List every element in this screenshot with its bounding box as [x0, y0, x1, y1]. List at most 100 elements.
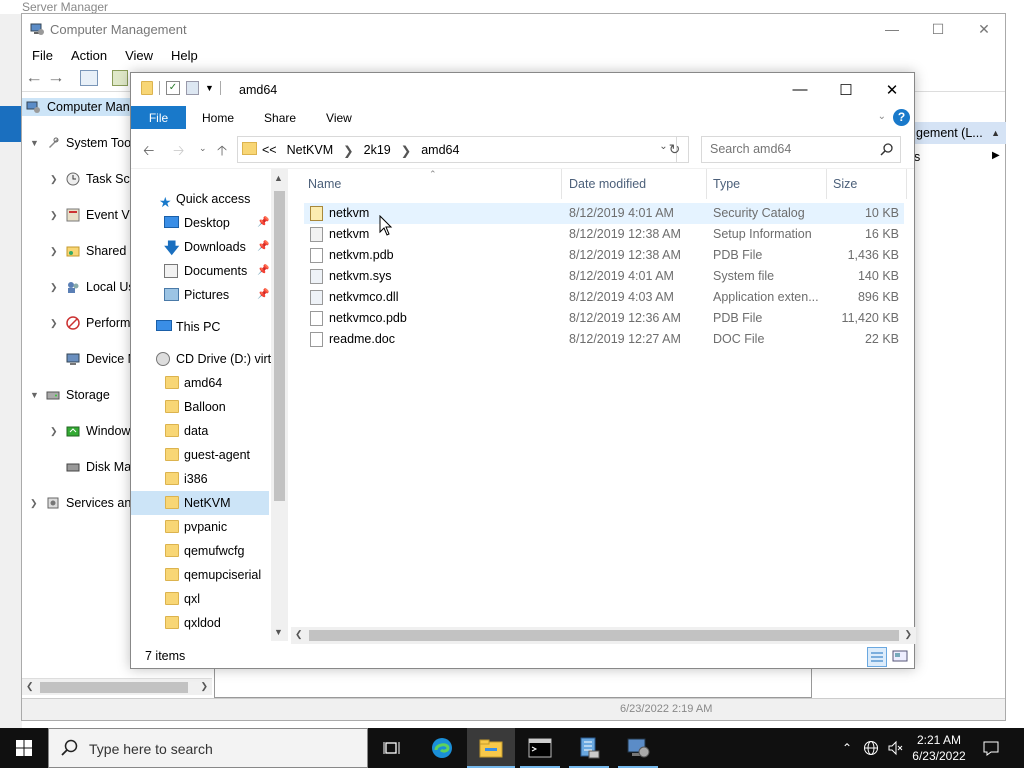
- nav-cd-drive[interactable]: CD Drive (D:) virtio: [131, 347, 271, 371]
- task-view-button[interactable]: [368, 728, 416, 768]
- column-name[interactable]: Name: [308, 177, 341, 191]
- start-button[interactable]: [0, 728, 48, 768]
- nav-pictures[interactable]: Pictures 📌: [131, 283, 269, 307]
- column-divider[interactable]: [706, 169, 707, 199]
- expand-chevron-icon[interactable]: ❯: [50, 278, 58, 296]
- explorer-close-button[interactable]: ✕: [869, 73, 915, 106]
- forward-arrow-icon[interactable]: 🡢: [173, 140, 184, 164]
- export-list-icon[interactable]: [112, 70, 128, 86]
- expand-chevron-icon[interactable]: ❯: [50, 314, 58, 332]
- file-row[interactable]: netkvm 8/12/2019 4:01 AM Security Catalo…: [304, 203, 904, 224]
- scroll-down-icon[interactable]: ▼: [274, 627, 283, 637]
- scroll-left-icon[interactable]: ❮: [295, 629, 303, 640]
- tree-item-services-and-applications[interactable]: ❯ Services anc: [22, 494, 132, 512]
- tree-item-shared-folders[interactable]: ❯ Shared F: [22, 242, 132, 260]
- actions-pane-header[interactable]: gement (L... ▲: [914, 122, 1006, 144]
- notifications-button[interactable]: [976, 728, 1006, 768]
- large-icons-view-icon[interactable]: [891, 647, 911, 667]
- pin-icon[interactable]: 📌: [257, 259, 269, 283]
- scrollbar-thumb[interactable]: [309, 630, 899, 641]
- taskbar-command-prompt[interactable]: [516, 728, 564, 768]
- tree-item-local-users[interactable]: ❯ Local Us: [22, 278, 132, 296]
- scrollbar-thumb[interactable]: [40, 682, 188, 693]
- taskbar-edge[interactable]: [418, 728, 466, 768]
- tree-item-storage[interactable]: ▼ Storage: [22, 386, 132, 404]
- expand-chevron-icon[interactable]: ❯: [50, 170, 58, 188]
- file-row[interactable]: readme.doc 8/12/2019 12:27 AM DOC File 2…: [304, 329, 904, 350]
- file-row[interactable]: netkvm.sys 8/12/2019 4:01 AM System file…: [304, 266, 904, 287]
- forward-arrow-icon[interactable]: 🠂: [50, 70, 62, 95]
- nav-folder-pvpanic[interactable]: pvpanic: [131, 515, 269, 539]
- collapse-chevron-icon[interactable]: ▼: [30, 134, 39, 152]
- taskbar-search-box[interactable]: Type here to search: [48, 728, 368, 768]
- customize-dropdown-icon[interactable]: ▼: [205, 83, 214, 93]
- breadcrumb-separator-icon[interactable]: ❯: [343, 143, 353, 158]
- nav-downloads[interactable]: 🡇 Downloads 📌: [131, 235, 269, 259]
- collapse-chevron-icon[interactable]: ▼: [30, 386, 39, 404]
- close-button[interactable]: ✕: [961, 14, 1007, 44]
- network-button[interactable]: [860, 728, 882, 768]
- back-arrow-icon[interactable]: 🠀: [28, 70, 40, 95]
- file-list-horizontal-scrollbar[interactable]: ❮ ❯: [291, 627, 916, 644]
- scroll-left-icon[interactable]: ❮: [26, 681, 34, 692]
- expand-chevron-icon[interactable]: ❯: [30, 494, 38, 512]
- tab-home[interactable]: Home: [188, 111, 248, 125]
- scroll-right-icon[interactable]: ❯: [200, 681, 208, 692]
- nav-folder-amd64[interactable]: amd64: [131, 371, 269, 395]
- tree-item-computer-management[interactable]: Computer Man: [22, 98, 132, 116]
- search-input[interactable]: [710, 142, 875, 156]
- volume-button[interactable]: [884, 728, 906, 768]
- column-date-modified[interactable]: Date modified: [569, 177, 646, 191]
- column-divider[interactable]: [906, 169, 907, 199]
- breadcrumb-amd64[interactable]: amd64: [421, 143, 459, 158]
- column-divider[interactable]: [826, 169, 827, 199]
- tree-item-task-scheduler[interactable]: ❯ Task Sch: [22, 170, 132, 188]
- pin-icon[interactable]: 📌: [257, 235, 269, 259]
- recent-locations-chevron-icon[interactable]: ⌄: [199, 143, 207, 154]
- scroll-right-icon[interactable]: ❯: [904, 629, 912, 640]
- file-row[interactable]: netkvm.pdb 8/12/2019 12:38 AM PDB File 1…: [304, 245, 904, 266]
- breadcrumb-2k19[interactable]: 2k19: [364, 143, 391, 158]
- tree-item-device-manager[interactable]: Device M: [22, 350, 132, 368]
- nav-documents[interactable]: Documents 📌: [131, 259, 269, 283]
- help-icon[interactable]: ?: [893, 109, 910, 126]
- tree-item-disk-management[interactable]: Disk Mar: [22, 458, 132, 476]
- search-box[interactable]: [701, 136, 901, 163]
- scrollbar-thumb[interactable]: [274, 191, 285, 501]
- nav-folder-guest-agent[interactable]: guest-agent: [131, 443, 269, 467]
- show-hide-tree-icon[interactable]: [80, 70, 98, 86]
- expand-chevron-icon[interactable]: ❯: [50, 206, 58, 224]
- column-size[interactable]: Size: [833, 177, 857, 191]
- tree-item-event-viewer[interactable]: ❯ Event Vi: [22, 206, 132, 224]
- nav-folder-netkvm[interactable]: NetKVM: [131, 491, 269, 515]
- nav-quick-access[interactable]: ★ Quick access: [131, 187, 269, 211]
- nav-folder-balloon[interactable]: Balloon: [131, 395, 269, 419]
- breadcrumb-netkvm[interactable]: NetKVM: [287, 143, 334, 158]
- tree-item-system-tools[interactable]: ▼ System Tool: [22, 134, 132, 152]
- taskbar-file-explorer[interactable]: [467, 728, 515, 768]
- navigation-pane-scrollbar[interactable]: ▲ ▼: [271, 169, 288, 641]
- menu-action[interactable]: Action: [71, 48, 107, 63]
- taskbar-clock[interactable]: 2:21 AM 6/23/2022: [906, 732, 972, 764]
- taskbar-server-manager[interactable]: [565, 728, 613, 768]
- back-arrow-icon[interactable]: 🡠: [143, 140, 154, 164]
- tree-item-windows-server-backup[interactable]: ❯ Window: [22, 422, 132, 440]
- new-folder-icon[interactable]: [186, 81, 199, 95]
- tab-view[interactable]: View: [312, 111, 366, 125]
- column-type[interactable]: Type: [713, 177, 740, 191]
- tree-item-performance[interactable]: ❯ Perform: [22, 314, 132, 332]
- nav-folder-i386[interactable]: i386: [131, 467, 269, 491]
- nav-folder-qxldod[interactable]: qxldod: [131, 611, 269, 635]
- expand-ribbon-chevron-icon[interactable]: ⌄: [878, 111, 886, 122]
- details-view-icon[interactable]: [867, 647, 887, 667]
- breadcrumb-separator-icon[interactable]: ❯: [401, 143, 411, 158]
- address-bar[interactable]: << NetKVM ❯ 2k19 ❯ amd64 ⌄: [237, 136, 677, 163]
- menu-help[interactable]: Help: [171, 48, 198, 63]
- collapse-up-icon[interactable]: ▲: [991, 128, 1000, 138]
- tab-file[interactable]: File: [131, 106, 186, 129]
- menu-view[interactable]: View: [125, 48, 153, 63]
- nav-folder-qemupciserial[interactable]: qemupciserial: [131, 563, 269, 587]
- breadcrumb-overflow[interactable]: <<: [262, 143, 277, 158]
- nav-desktop[interactable]: Desktop 📌: [131, 211, 269, 235]
- show-hidden-icons-button[interactable]: ⌃: [836, 728, 858, 768]
